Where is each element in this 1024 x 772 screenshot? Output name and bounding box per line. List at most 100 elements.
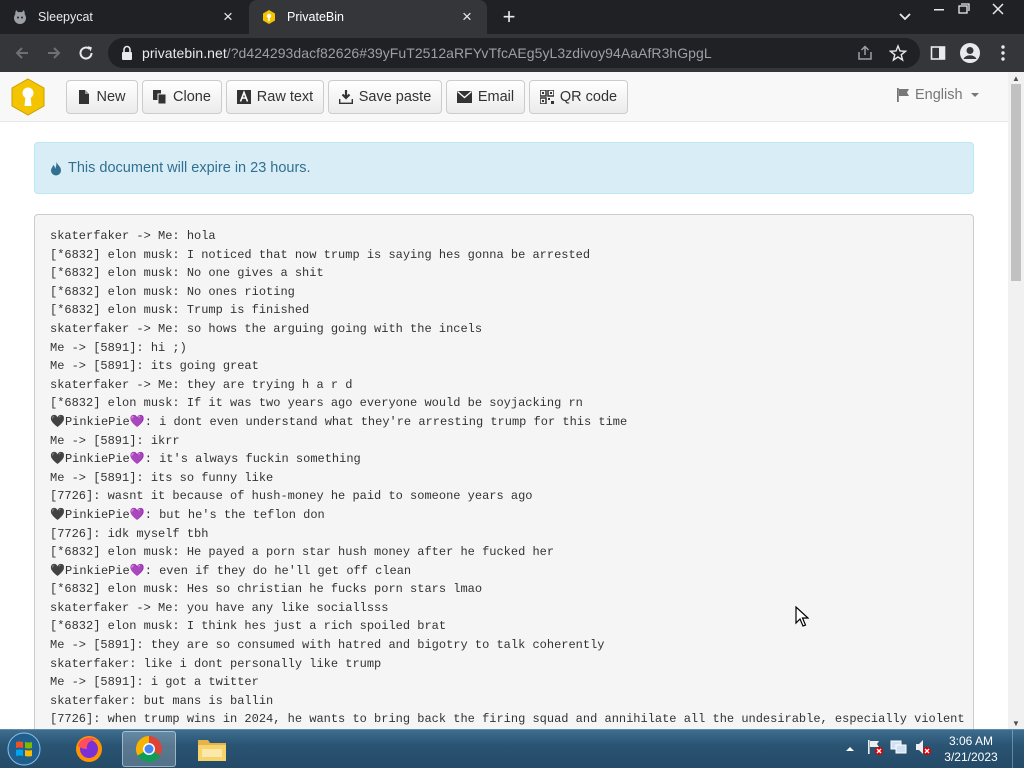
minimize-window-icon[interactable]: [928, 0, 950, 22]
paste-line: skaterfaker: like i dont personally like…: [50, 656, 382, 671]
firefox-icon: [76, 736, 102, 762]
taskbar-firefox[interactable]: [62, 731, 116, 767]
language-dropdown[interactable]: English: [897, 87, 979, 103]
paste-line: 🖤PinkiePie💜: even if they do he'll get o…: [50, 563, 412, 578]
new-button[interactable]: New: [66, 80, 138, 114]
menu-dots-icon[interactable]: [990, 40, 1016, 66]
paste-line: [7726]: when trump wins in 2024, he want…: [50, 712, 965, 727]
network-icon[interactable]: [890, 738, 908, 756]
paste-line: skaterfaker: but mans is ballin: [50, 693, 274, 708]
restore-window-icon[interactable]: [953, 0, 975, 22]
download-icon: [338, 90, 353, 104]
save-paste-button[interactable]: Save paste: [328, 80, 442, 114]
paste-content[interactable]: skaterfaker -> Me: hola [*6832] elon musk…: [34, 214, 974, 729]
paste-line: [*6832] elon musk: I noticed that now tr…: [50, 247, 591, 262]
start-button[interactable]: [4, 731, 44, 767]
forward-arrow-icon[interactable]: [41, 40, 67, 66]
tab-strip: Sleepycat × PrivateBin × +: [0, 0, 1024, 34]
share-icon[interactable]: [856, 44, 874, 62]
volume-muted-icon[interactable]: [914, 738, 932, 756]
scroll-down-arrow-icon[interactable]: ▼: [1008, 719, 1024, 729]
paste-line: skaterfaker -> Me: so hows the arguing g…: [50, 321, 483, 336]
chrome-icon: [135, 735, 162, 763]
privatebin-logo-icon[interactable]: [10, 78, 46, 116]
paste-line: skaterfaker -> Me: hola: [50, 229, 216, 243]
address-bar[interactable]: privatebin.net/?d424293dacf82626#39yFuT2…: [108, 38, 920, 68]
qr-code-label: QR code: [559, 89, 618, 105]
close-tab-icon[interactable]: ×: [220, 8, 236, 25]
side-panel-icon[interactable]: [925, 40, 951, 66]
scrollbar-thumb[interactable]: [1011, 84, 1021, 281]
taskbar-chrome[interactable]: [122, 731, 176, 767]
windows-taskbar: 3:06 AM 3/21/2023: [0, 729, 1024, 769]
paste-line: Me -> [5891]: ikrr: [50, 433, 180, 448]
clock-time: 3:06 AM: [948, 734, 994, 748]
page-content: New Clone Raw text Save paste Email QR c…: [0, 72, 1008, 729]
paste-line: 🖤PinkiePie💜: but he's the teflon don: [50, 507, 325, 522]
clone-button[interactable]: Clone: [142, 80, 222, 114]
system-clock[interactable]: 3:06 AM 3/21/2023: [940, 733, 1002, 765]
clone-label: Clone: [173, 89, 211, 105]
paste-line: [*6832] elon musk: No one gives a shit: [50, 266, 324, 281]
paste-line: skaterfaker -> Me: you have any like soc…: [50, 600, 389, 615]
paste-line: Me -> [5891]: its so funny like: [50, 470, 274, 485]
email-button[interactable]: Email: [446, 80, 525, 114]
back-arrow-icon[interactable]: [9, 40, 35, 66]
close-window-icon[interactable]: [984, 0, 1012, 22]
expiry-alert: This document will expire in 23 hours.: [34, 142, 974, 194]
clock-date: 3/21/2023: [944, 750, 998, 764]
paste-line: [*6832] elon musk: No ones rioting: [50, 284, 295, 299]
paste-line: [*6832] elon musk: Trump is finished: [50, 303, 310, 318]
tab-title: Sleepycat: [38, 10, 93, 24]
taskbar-file-explorer[interactable]: [185, 731, 239, 767]
fire-icon: [51, 160, 61, 175]
paste-line: Me -> [5891]: i got a twitter: [50, 675, 259, 690]
paste-line: [*6832] elon musk: Hes so christian he f…: [50, 582, 483, 597]
raw-text-button[interactable]: Raw text: [226, 80, 324, 114]
file-explorer-icon: [198, 740, 226, 761]
tab-privatebin[interactable]: PrivateBin ×: [249, 0, 487, 34]
show-hidden-icons-icon[interactable]: [844, 742, 862, 760]
tab-search-chevron-icon[interactable]: [895, 6, 915, 28]
qr-code-button[interactable]: QR code: [529, 80, 628, 114]
profile-avatar-icon[interactable]: [957, 40, 983, 66]
paste-line: Me -> [5891]: they are so consumed with …: [50, 638, 605, 653]
lock-icon[interactable]: [120, 45, 134, 66]
reload-icon[interactable]: [73, 40, 99, 66]
paste-line: Me -> [5891]: its going great: [50, 359, 259, 374]
show-desktop-button[interactable]: [1012, 730, 1024, 769]
caret-down-icon: [970, 93, 979, 97]
url-text: privatebin.net/?d424293dacf82626#39yFuT2…: [142, 45, 712, 61]
tab-sleepycat[interactable]: Sleepycat ×: [0, 0, 248, 34]
paste-line: skaterfaker -> Me: they are trying h a r…: [50, 377, 353, 392]
scroll-up-arrow-icon[interactable]: ▲: [1008, 74, 1024, 84]
bookmark-star-icon[interactable]: [888, 44, 908, 62]
qr-code-icon: [539, 90, 554, 104]
sleepycat-favicon: [12, 9, 28, 25]
privatebin-favicon: [261, 9, 277, 25]
file-icon: [79, 90, 90, 104]
paste-line: 🖤PinkiePie💜: i dont even understand what…: [50, 414, 628, 429]
new-label: New: [96, 89, 126, 105]
tab-title: PrivateBin: [287, 10, 344, 24]
paste-line: [7726]: idk myself tbh: [50, 526, 209, 541]
save-paste-label: Save paste: [358, 89, 432, 105]
privatebin-navbar: New Clone Raw text Save paste Email QR c…: [0, 72, 1008, 122]
paste-line: Me -> [5891]: hi ;): [50, 340, 187, 355]
raw-text-label: Raw text: [256, 89, 314, 105]
paste-line: [*6832] elon musk: If it was two years a…: [50, 396, 583, 411]
paste-line: [7726]: wasnt it because of hush-money h…: [50, 489, 533, 504]
close-tab-icon[interactable]: ×: [459, 8, 475, 25]
flag-icon: [897, 88, 909, 102]
page-scrollbar[interactable]: ▲ ▼: [1008, 72, 1024, 729]
browser-toolbar: privatebin.net/?d424293dacf82626#39yFuT2…: [0, 34, 1024, 72]
email-label: Email: [477, 89, 515, 105]
paste-line: [*6832] elon musk: I think hes just a ri…: [50, 619, 447, 634]
mouse-cursor-icon: [795, 605, 810, 628]
url-path: /?d424293dacf82626#39yFuT2512aRFYvTfcAEg…: [226, 45, 712, 61]
new-tab-button[interactable]: +: [497, 4, 521, 30]
expiry-text: This document will expire in 23 hours.: [68, 160, 311, 176]
action-center-flag-icon[interactable]: [866, 738, 884, 756]
language-label: English: [915, 87, 963, 103]
paste-line: [*6832] elon musk: He payed a porn star …: [50, 545, 555, 560]
